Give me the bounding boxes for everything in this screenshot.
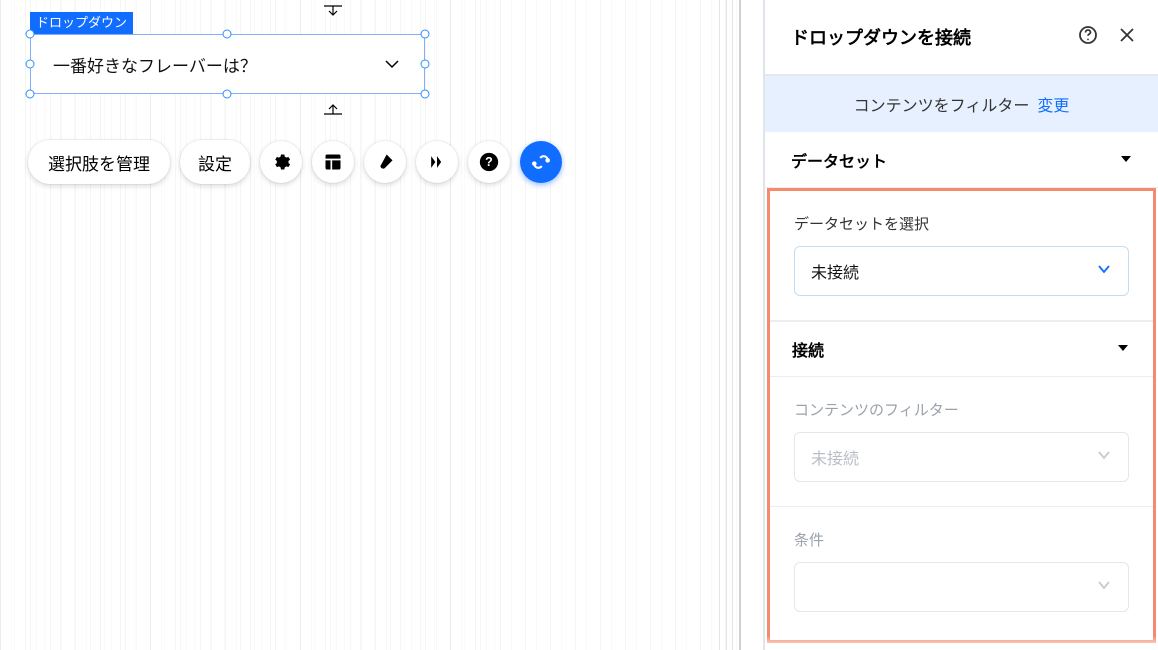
dataset-select-label: データセットを選択 [794,213,1129,234]
filter-select-value: 未接続 [811,445,859,469]
connect-data-icon[interactable] [520,141,562,183]
resize-handle[interactable] [223,90,232,99]
filter-label: コンテンツのフィルター [794,399,1129,420]
panel-header: ドロップダウンを接続 [765,0,1158,76]
filter-field: コンテンツのフィルター 未接続 [770,377,1153,507]
panel-title: ドロップダウンを接続 [791,24,971,50]
anchor-top-icon[interactable] [322,4,344,18]
settings-button[interactable]: 設定 [180,140,250,184]
dropdown-element[interactable]: 一番好きなフレーバーは？ [30,34,425,94]
resize-handle[interactable] [421,30,430,39]
banner-text: コンテンツをフィルター [854,92,1030,116]
close-icon[interactable] [1118,26,1136,49]
chevron-down-icon [1096,261,1112,282]
dataset-select-value: 未接続 [811,259,859,283]
selected-element-type-label: ドロップダウン [30,12,133,34]
resize-handle[interactable] [421,60,430,69]
resize-handle[interactable] [223,30,232,39]
chevron-down-icon [1096,577,1112,598]
section-dataset-label: データセット [791,148,887,172]
gear-icon[interactable] [260,141,302,183]
condition-field: 条件 [770,507,1153,636]
section-connect-header[interactable]: 接続 [770,321,1153,377]
filter-banner: コンテンツをフィルター 変更 [765,76,1158,132]
resize-handle[interactable] [26,60,35,69]
condition-label: 条件 [794,529,1129,550]
caret-down-icon [1117,340,1129,358]
caret-down-icon [1120,151,1132,169]
section-dataset-header[interactable]: データセット [765,132,1158,188]
connect-panel: ドロップダウンを接続 コンテンツをフィルター 変更 データセット データセットを… [765,0,1158,650]
fade [765,636,1158,650]
layout-icon[interactable] [312,141,354,183]
svg-text:?: ? [485,155,493,169]
banner-change-link[interactable]: 変更 [1037,92,1069,116]
element-toolbar: 選択肢を管理 設定 ? [28,140,562,184]
help-icon[interactable]: ? [468,141,510,183]
condition-select[interactable] [794,562,1129,612]
resize-handle[interactable] [26,90,35,99]
resize-handle[interactable] [421,90,430,99]
chevron-down-icon [1096,447,1112,468]
editor-canvas[interactable]: ドロップダウン 一番好きなフレーバーは？ 選択肢を管理 設定 ? [0,0,740,650]
dropdown-placeholder: 一番好きなフレーバーは？ [53,52,257,77]
manage-options-button[interactable]: 選択肢を管理 [28,140,170,184]
resize-handle[interactable] [26,30,35,39]
help-icon[interactable] [1078,25,1098,50]
animation-icon[interactable] [416,141,458,183]
section-connect-label: 接続 [792,337,824,361]
dataset-select[interactable]: 未接続 [794,246,1129,296]
chevron-down-icon [382,54,402,74]
filter-select[interactable]: 未接続 [794,432,1129,482]
dataset-field: データセットを選択 未接続 [770,191,1153,321]
anchor-bottom-icon[interactable] [322,102,344,116]
highlighted-region: データセットを選択 未接続 接続 コンテンツのフィルター 未接続 条件 [767,188,1156,643]
brush-icon[interactable] [364,141,406,183]
